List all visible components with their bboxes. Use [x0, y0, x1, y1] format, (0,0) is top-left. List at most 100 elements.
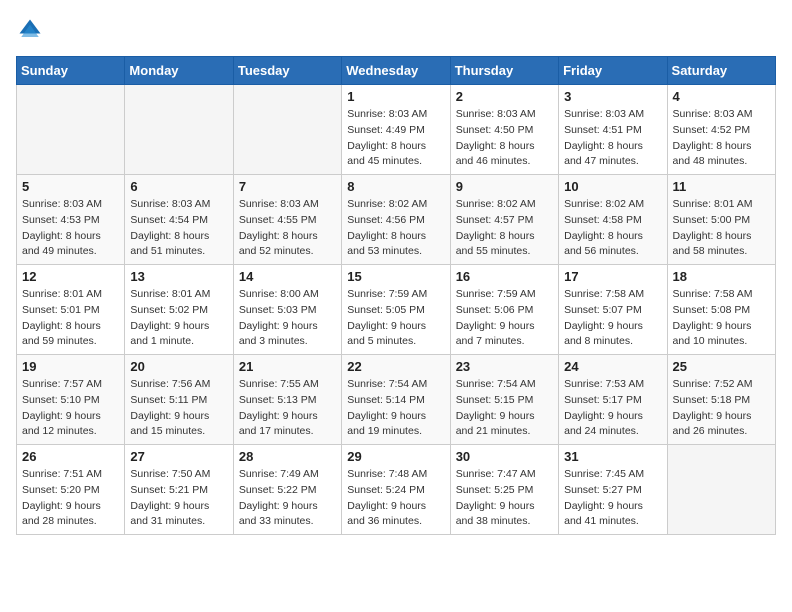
- day-info: Sunrise: 7:49 AM Sunset: 5:22 PM Dayligh…: [239, 467, 336, 530]
- logo: [16, 16, 48, 44]
- calendar-cell: 26 Sunrise: 7:51 AM Sunset: 5:20 PM Dayli…: [17, 445, 125, 535]
- day-info: Sunrise: 8:01 AM Sunset: 5:01 PM Dayligh…: [22, 287, 119, 350]
- day-info: Sunrise: 8:03 AM Sunset: 4:52 PM Dayligh…: [673, 107, 770, 170]
- day-number: 11: [673, 179, 770, 194]
- day-info: Sunrise: 7:53 AM Sunset: 5:17 PM Dayligh…: [564, 377, 661, 440]
- calendar-cell: 15 Sunrise: 7:59 AM Sunset: 5:05 PM Dayli…: [342, 265, 450, 355]
- weekday-header-tuesday: Tuesday: [233, 57, 341, 85]
- day-info: Sunrise: 7:52 AM Sunset: 5:18 PM Dayligh…: [673, 377, 770, 440]
- day-info: Sunrise: 8:03 AM Sunset: 4:49 PM Dayligh…: [347, 107, 444, 170]
- weekday-header-friday: Friday: [559, 57, 667, 85]
- calendar-cell: 7 Sunrise: 8:03 AM Sunset: 4:55 PM Daylig…: [233, 175, 341, 265]
- day-number: 12: [22, 269, 119, 284]
- calendar-cell: 21 Sunrise: 7:55 AM Sunset: 5:13 PM Dayli…: [233, 355, 341, 445]
- calendar-cell: 19 Sunrise: 7:57 AM Sunset: 5:10 PM Dayli…: [17, 355, 125, 445]
- day-info: Sunrise: 8:03 AM Sunset: 4:55 PM Dayligh…: [239, 197, 336, 260]
- calendar-cell: 3Sunrise: 8:03 AM Sunset: 4:51 PM Daylig…: [559, 85, 667, 175]
- calendar-cell: [125, 85, 233, 175]
- weekday-header-monday: Monday: [125, 57, 233, 85]
- logo-icon: [16, 16, 44, 44]
- calendar-cell: 12 Sunrise: 8:01 AM Sunset: 5:01 PM Dayli…: [17, 265, 125, 355]
- calendar-cell: 1Sunrise: 8:03 AM Sunset: 4:49 PM Daylig…: [342, 85, 450, 175]
- day-info: Sunrise: 7:57 AM Sunset: 5:10 PM Dayligh…: [22, 377, 119, 440]
- page-header: [16, 16, 776, 44]
- day-number: 5: [22, 179, 119, 194]
- day-number: 24: [564, 359, 661, 374]
- day-number: 31: [564, 449, 661, 464]
- day-info: Sunrise: 7:55 AM Sunset: 5:13 PM Dayligh…: [239, 377, 336, 440]
- calendar-cell: 24 Sunrise: 7:53 AM Sunset: 5:17 PM Dayli…: [559, 355, 667, 445]
- calendar-cell: 25 Sunrise: 7:52 AM Sunset: 5:18 PM Dayli…: [667, 355, 775, 445]
- calendar-cell: 9 Sunrise: 8:02 AM Sunset: 4:57 PM Daylig…: [450, 175, 558, 265]
- day-info: Sunrise: 8:00 AM Sunset: 5:03 PM Dayligh…: [239, 287, 336, 350]
- day-number: 26: [22, 449, 119, 464]
- calendar-table: SundayMondayTuesdayWednesdayThursdayFrid…: [16, 56, 776, 535]
- calendar-cell: 17 Sunrise: 7:58 AM Sunset: 5:07 PM Dayli…: [559, 265, 667, 355]
- day-number: 13: [130, 269, 227, 284]
- day-info: Sunrise: 7:58 AM Sunset: 5:08 PM Dayligh…: [673, 287, 770, 350]
- day-number: 10: [564, 179, 661, 194]
- weekday-header-saturday: Saturday: [667, 57, 775, 85]
- calendar-cell: 27 Sunrise: 7:50 AM Sunset: 5:21 PM Dayli…: [125, 445, 233, 535]
- day-number: 20: [130, 359, 227, 374]
- day-info: Sunrise: 7:51 AM Sunset: 5:20 PM Dayligh…: [22, 467, 119, 530]
- day-number: 2: [456, 89, 553, 104]
- day-info: Sunrise: 7:56 AM Sunset: 5:11 PM Dayligh…: [130, 377, 227, 440]
- calendar-cell: 6 Sunrise: 8:03 AM Sunset: 4:54 PM Daylig…: [125, 175, 233, 265]
- day-info: Sunrise: 8:01 AM Sunset: 5:00 PM Dayligh…: [673, 197, 770, 260]
- day-info: Sunrise: 8:02 AM Sunset: 4:58 PM Dayligh…: [564, 197, 661, 260]
- calendar-cell: 4 Sunrise: 8:03 AM Sunset: 4:52 PM Daylig…: [667, 85, 775, 175]
- day-info: Sunrise: 8:03 AM Sunset: 4:53 PM Dayligh…: [22, 197, 119, 260]
- calendar-cell: 29 Sunrise: 7:48 AM Sunset: 5:24 PM Dayli…: [342, 445, 450, 535]
- day-info: Sunrise: 8:02 AM Sunset: 4:57 PM Dayligh…: [456, 197, 553, 260]
- calendar-cell: [667, 445, 775, 535]
- day-number: 16: [456, 269, 553, 284]
- day-info: Sunrise: 7:54 AM Sunset: 5:15 PM Dayligh…: [456, 377, 553, 440]
- day-info: Sunrise: 8:03 AM Sunset: 4:50 PM Dayligh…: [456, 107, 553, 170]
- weekday-header-thursday: Thursday: [450, 57, 558, 85]
- day-number: 21: [239, 359, 336, 374]
- day-info: Sunrise: 8:03 AM Sunset: 4:54 PM Dayligh…: [130, 197, 227, 260]
- day-number: 15: [347, 269, 444, 284]
- calendar-cell: 16 Sunrise: 7:59 AM Sunset: 5:06 PM Dayli…: [450, 265, 558, 355]
- day-info: Sunrise: 7:45 AM Sunset: 5:27 PM Dayligh…: [564, 467, 661, 530]
- weekday-header-wednesday: Wednesday: [342, 57, 450, 85]
- day-number: 9: [456, 179, 553, 194]
- day-number: 19: [22, 359, 119, 374]
- calendar-week-0: 1Sunrise: 8:03 AM Sunset: 4:49 PM Daylig…: [17, 85, 776, 175]
- calendar-cell: 11 Sunrise: 8:01 AM Sunset: 5:00 PM Dayli…: [667, 175, 775, 265]
- calendar-cell: [17, 85, 125, 175]
- day-info: Sunrise: 7:59 AM Sunset: 5:06 PM Dayligh…: [456, 287, 553, 350]
- day-number: 30: [456, 449, 553, 464]
- day-info: Sunrise: 7:47 AM Sunset: 5:25 PM Dayligh…: [456, 467, 553, 530]
- day-number: 14: [239, 269, 336, 284]
- day-number: 4: [673, 89, 770, 104]
- calendar-cell: 30 Sunrise: 7:47 AM Sunset: 5:25 PM Dayli…: [450, 445, 558, 535]
- day-number: 18: [673, 269, 770, 284]
- day-info: Sunrise: 7:50 AM Sunset: 5:21 PM Dayligh…: [130, 467, 227, 530]
- calendar-cell: 13 Sunrise: 8:01 AM Sunset: 5:02 PM Dayli…: [125, 265, 233, 355]
- day-number: 27: [130, 449, 227, 464]
- weekday-header-sunday: Sunday: [17, 57, 125, 85]
- day-info: Sunrise: 7:54 AM Sunset: 5:14 PM Dayligh…: [347, 377, 444, 440]
- calendar-cell: 2 Sunrise: 8:03 AM Sunset: 4:50 PM Daylig…: [450, 85, 558, 175]
- calendar-week-1: 5 Sunrise: 8:03 AM Sunset: 4:53 PM Daylig…: [17, 175, 776, 265]
- calendar-cell: 28Sunrise: 7:49 AM Sunset: 5:22 PM Dayli…: [233, 445, 341, 535]
- day-number: 29: [347, 449, 444, 464]
- day-info: Sunrise: 7:59 AM Sunset: 5:05 PM Dayligh…: [347, 287, 444, 350]
- calendar-week-2: 12 Sunrise: 8:01 AM Sunset: 5:01 PM Dayli…: [17, 265, 776, 355]
- day-number: 6: [130, 179, 227, 194]
- day-info: Sunrise: 7:48 AM Sunset: 5:24 PM Dayligh…: [347, 467, 444, 530]
- day-number: 8: [347, 179, 444, 194]
- day-number: 7: [239, 179, 336, 194]
- day-number: 25: [673, 359, 770, 374]
- day-info: Sunrise: 7:58 AM Sunset: 5:07 PM Dayligh…: [564, 287, 661, 350]
- day-number: 17: [564, 269, 661, 284]
- calendar-cell: 23 Sunrise: 7:54 AM Sunset: 5:15 PM Dayli…: [450, 355, 558, 445]
- calendar-week-3: 19 Sunrise: 7:57 AM Sunset: 5:10 PM Dayli…: [17, 355, 776, 445]
- day-info: Sunrise: 8:01 AM Sunset: 5:02 PM Dayligh…: [130, 287, 227, 350]
- day-number: 3: [564, 89, 661, 104]
- calendar-cell: 5 Sunrise: 8:03 AM Sunset: 4:53 PM Daylig…: [17, 175, 125, 265]
- day-number: 23: [456, 359, 553, 374]
- calendar-cell: 31 Sunrise: 7:45 AM Sunset: 5:27 PM Dayli…: [559, 445, 667, 535]
